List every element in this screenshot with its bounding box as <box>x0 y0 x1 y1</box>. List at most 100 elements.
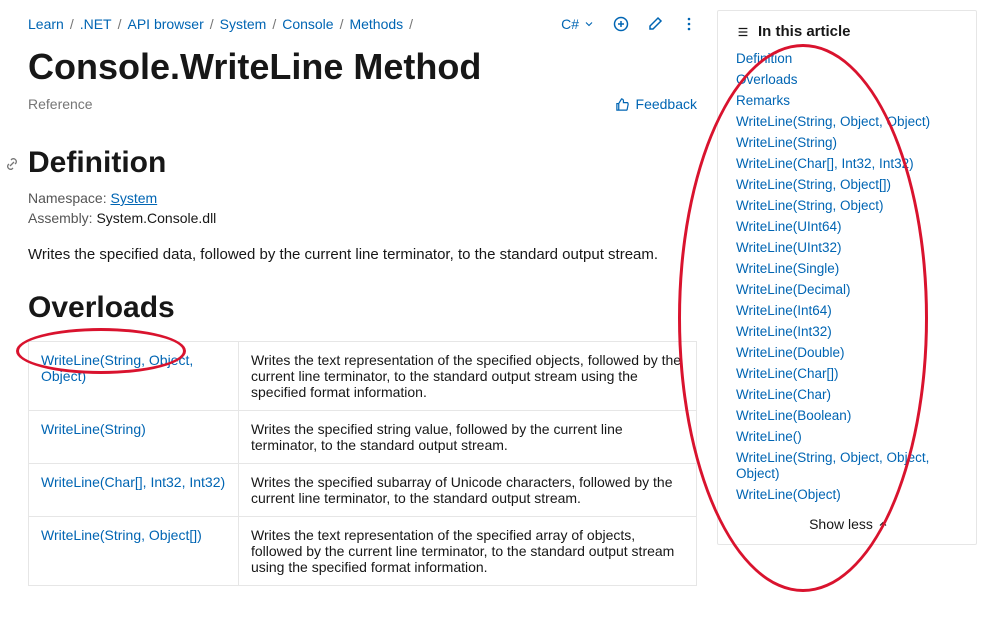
toc-link[interactable]: WriteLine(Single) <box>736 261 839 276</box>
toc-link[interactable]: WriteLine(String, Object[]) <box>736 177 891 192</box>
overloads-table: WriteLine(String, Object, Object) Writes … <box>28 341 697 586</box>
link-icon[interactable] <box>4 156 20 175</box>
toc-item: Definition <box>736 50 962 66</box>
right-column: In this article Definition Overloads Remar… <box>717 0 985 630</box>
table-row: WriteLine(String)Writes the specified st… <box>29 411 697 464</box>
breadcrumb-separator: / <box>340 16 344 32</box>
toc-title: In this article <box>758 23 851 40</box>
assembly-value: System.Console.dll <box>96 210 216 226</box>
breadcrumb-link[interactable]: Console <box>282 16 333 32</box>
toc-item: WriteLine(Char[], Int32, Int32) <box>736 155 962 171</box>
toc-item: WriteLine(String, Object, Object, Object… <box>736 449 962 481</box>
thumbs-up-icon <box>615 97 630 112</box>
breadcrumb-separator: / <box>210 16 214 32</box>
feedback-link[interactable]: Feedback <box>615 96 697 112</box>
overloads-tbody: WriteLine(String, Object, Object) Writes … <box>29 342 697 586</box>
overload-link[interactable]: WriteLine(String, Object[]) <box>41 527 202 543</box>
toc-item: WriteLine(UInt32) <box>736 239 962 255</box>
toc-item: WriteLine(Int64) <box>736 302 962 318</box>
list-icon <box>736 25 750 39</box>
namespace-label: Namespace: <box>28 190 107 206</box>
toc-item: WriteLine(Decimal) <box>736 281 962 297</box>
definition-description: Writes the specified data, followed by t… <box>28 246 697 263</box>
toc-list: Definition Overloads Remarks WriteLine(Stri… <box>736 50 962 502</box>
overload-link[interactable]: WriteLine(Char[], Int32, Int32) <box>41 474 225 490</box>
toc-link[interactable]: WriteLine(Object) <box>736 487 841 502</box>
definition-heading: Definition <box>28 146 166 180</box>
show-less-label: Show less <box>809 516 873 532</box>
table-row: WriteLine(String, Object, Object) Writes … <box>29 342 697 411</box>
breadcrumb-link[interactable]: API browser <box>127 16 203 32</box>
toc-item: WriteLine(String, Object[]) <box>736 176 962 192</box>
breadcrumb-link[interactable]: Methods <box>349 16 403 32</box>
add-icon[interactable] <box>613 16 629 32</box>
toc-link[interactable]: WriteLine(Decimal) <box>736 282 851 297</box>
breadcrumb: Learn / .NET / API browser / System / Console / Me… <box>28 16 413 32</box>
reference-label: Reference <box>28 96 93 112</box>
overload-link[interactable]: WriteLine(String) <box>41 421 146 437</box>
toc-link[interactable]: WriteLine(UInt64) <box>736 219 842 234</box>
overload-desc: Writes the text representation of the sp… <box>239 517 697 586</box>
breadcrumb-separator: / <box>409 16 413 32</box>
toc-link[interactable]: WriteLine(String, Object, Object, Object… <box>736 450 929 481</box>
overloads-heading: Overloads <box>28 291 175 325</box>
toc-item: Overloads <box>736 71 962 87</box>
toc-item: WriteLine(Double) <box>736 344 962 360</box>
breadcrumb-separator: / <box>70 16 74 32</box>
toc-item: WriteLine(UInt64) <box>736 218 962 234</box>
toolbar-right: C# <box>561 16 697 32</box>
overload-link[interactable]: WriteLine(String, Object, Object) <box>41 352 193 384</box>
overload-desc: Writes the text representation of the sp… <box>239 342 697 411</box>
toc-link[interactable]: WriteLine(Boolean) <box>736 408 851 423</box>
toc-item: WriteLine(Object) <box>736 486 962 502</box>
toc-link[interactable]: WriteLine() <box>736 429 802 444</box>
toc-link[interactable]: WriteLine(Char) <box>736 387 831 402</box>
toc-title-row: In this article <box>736 23 962 40</box>
assembly-label: Assembly: <box>28 210 93 226</box>
toc-card: In this article Definition Overloads Remar… <box>717 10 977 545</box>
toc-item: WriteLine(Boolean) <box>736 407 962 423</box>
namespace-row: Namespace: System <box>28 190 697 206</box>
sub-row: Reference Feedback <box>28 96 697 112</box>
more-icon[interactable] <box>681 16 697 32</box>
toc-item: WriteLine(Int32) <box>736 323 962 339</box>
breadcrumb-link[interactable]: System <box>220 16 267 32</box>
toc-link[interactable]: WriteLine(Int32) <box>736 324 832 339</box>
toc-item: WriteLine(Char) <box>736 386 962 402</box>
toc-link[interactable]: Definition <box>736 51 792 66</box>
toc-item: WriteLine(String, Object) <box>736 197 962 213</box>
chevron-down-icon <box>583 18 595 30</box>
feedback-label: Feedback <box>636 96 697 112</box>
toc-link[interactable]: WriteLine(UInt32) <box>736 240 842 255</box>
toc-link[interactable]: Overloads <box>736 72 798 87</box>
toc-link[interactable]: Remarks <box>736 93 790 108</box>
show-less-button[interactable]: Show less <box>736 510 962 538</box>
breadcrumb-link[interactable]: .NET <box>80 16 112 32</box>
toc-link[interactable]: WriteLine(Char[], Int32, Int32) <box>736 156 914 171</box>
toc-item: WriteLine() <box>736 428 962 444</box>
edit-icon[interactable] <box>647 16 663 32</box>
toc-link[interactable]: WriteLine(String) <box>736 135 837 150</box>
table-row: WriteLine(String, Object[]) Writes the te… <box>29 517 697 586</box>
toc-link[interactable]: WriteLine(String, Object, Object) <box>736 114 930 129</box>
toc-item: Remarks <box>736 92 962 108</box>
assembly-row: Assembly: System.Console.dll <box>28 210 697 226</box>
chevron-up-icon <box>877 518 889 530</box>
toc-link[interactable]: WriteLine(Int64) <box>736 303 832 318</box>
toc-link[interactable]: WriteLine(String, Object) <box>736 198 884 213</box>
breadcrumb-separator: / <box>272 16 276 32</box>
toc-item: WriteLine(Single) <box>736 260 962 276</box>
breadcrumb-bar: Learn / .NET / API browser / System / Console / Me… <box>28 16 697 32</box>
toc-item: WriteLine(Char[]) <box>736 365 962 381</box>
overload-desc: Writes the specified subarray of Unicode… <box>239 464 697 517</box>
language-selector[interactable]: C# <box>561 16 595 32</box>
toc-item: WriteLine(String) <box>736 134 962 150</box>
toc-link[interactable]: WriteLine(Double) <box>736 345 845 360</box>
table-row: WriteLine(Char[], Int32, Int32) Writes th… <box>29 464 697 517</box>
page-title: Console.WriteLine Method <box>28 46 697 88</box>
breadcrumb-link[interactable]: Learn <box>28 16 64 32</box>
toc-item: WriteLine(String, Object, Object) <box>736 113 962 129</box>
main-column: Learn / .NET / API browser / System / Console / Me… <box>0 0 717 630</box>
namespace-link[interactable]: System <box>110 190 157 206</box>
toc-link[interactable]: WriteLine(Char[]) <box>736 366 839 381</box>
